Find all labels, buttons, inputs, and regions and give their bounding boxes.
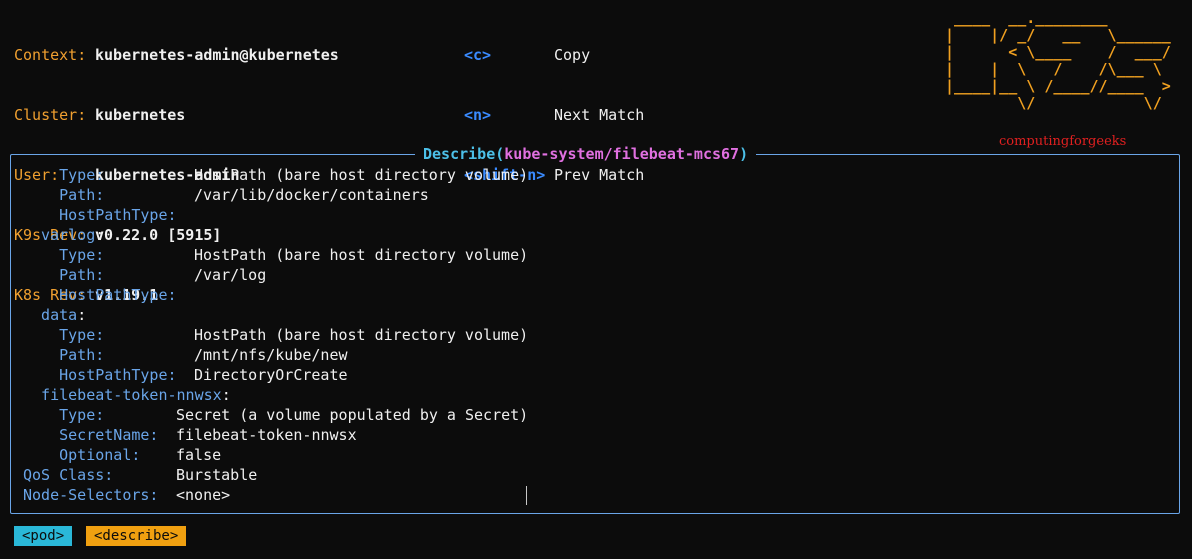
field-label: Optional: <box>23 446 141 464</box>
describe-line: QoS Class: <box>23 465 113 485</box>
hint-key: <c> <box>464 46 492 64</box>
crumb-pod[interactable]: <pod> <box>14 526 73 546</box>
section-colon: : <box>221 386 231 404</box>
describe-line: Node-Selectors: <box>23 485 158 505</box>
logo-line: | < \____ / ___/ <box>945 43 1180 61</box>
field-value: /mnt/nfs/kube/new <box>194 346 348 364</box>
field-value: /var/log <box>194 266 267 284</box>
field-label: Type: <box>23 166 105 184</box>
info-value: kubernetes-admin@kubernetes <box>95 46 339 64</box>
describe-line: data: <box>23 305 86 325</box>
describe-line: Type: <box>23 405 104 425</box>
hint-label: Copy <box>554 46 591 64</box>
field-label: Type: <box>23 246 105 264</box>
describe-line: Optional: <box>23 445 140 465</box>
field-label: Path: <box>23 186 105 204</box>
field-label: QoS Class: <box>23 466 114 484</box>
info-value: kubernetes <box>95 106 186 124</box>
describe-line: filebeat-token-nnwsx: <box>23 385 231 405</box>
text-cursor <box>526 486 527 505</box>
describe-line: HostPathType: <box>23 205 177 225</box>
field-label: HostPathType: <box>23 286 177 304</box>
info-key: Context: <box>14 46 87 64</box>
logo-line: \/ \/ <box>945 94 1180 112</box>
brand-watermark: computingforgeeks <box>999 134 1127 149</box>
field-value: DirectoryOrCreate <box>194 366 348 384</box>
describe-line: Type: <box>23 245 104 265</box>
field-label: Type: <box>23 406 105 424</box>
logo-line: |____|__ \ /____//____ > <box>945 77 1180 95</box>
section-label: filebeat-token-nnwsx <box>23 386 222 404</box>
field-label: Path: <box>23 346 105 364</box>
hint-next-match[interactable]: <n> Next Match <box>464 105 644 125</box>
describe-line: Path: <box>23 185 104 205</box>
field-value: false <box>176 446 222 464</box>
field-label: SecretName: <box>23 426 159 444</box>
title-paren: ( <box>495 145 505 163</box>
logo-line: | | \ / /\___ \ <box>945 60 1180 78</box>
field-value: HostPath (bare host directory volume) <box>194 166 529 184</box>
title-prefix: Describe <box>423 145 496 163</box>
title-paren: ) <box>739 145 749 163</box>
describe-line: HostPathType: <box>23 365 177 385</box>
field-label: Node-Selectors: <box>23 486 159 504</box>
section-label: varlog <box>23 226 96 244</box>
field-label: HostPathType: <box>23 366 177 384</box>
context-row: Context: kubernetes-admin@kubernetes <box>14 45 339 65</box>
field-value: HostPath (bare host directory volume) <box>194 246 529 264</box>
describe-line: varlog: <box>23 225 104 245</box>
info-key: Cluster: <box>14 106 87 124</box>
field-label: HostPathType: <box>23 206 177 224</box>
describe-line: HostPathType: <box>23 285 177 305</box>
hint-copy[interactable]: <c> Copy <box>464 45 644 65</box>
section-colon: : <box>77 306 87 324</box>
hint-label: Next Match <box>554 106 645 124</box>
describe-line: Type: <box>23 165 104 185</box>
section-label: data <box>23 306 78 324</box>
describe-line: Path: <box>23 265 104 285</box>
title-resource: kube-system/filebeat-mcs67 <box>504 145 740 163</box>
cluster-row: Cluster: kubernetes <box>14 105 339 125</box>
describe-line: Type: <box>23 325 104 345</box>
hint-key: <n> <box>464 106 492 124</box>
field-value: filebeat-token-nnwsx <box>176 426 357 444</box>
logo-line: | |/ _/ __ \______ <box>945 26 1180 44</box>
describe-title: Describe(kube-system/filebeat-mcs67) <box>415 144 757 164</box>
crumb-describe[interactable]: <describe> <box>86 526 187 546</box>
field-value: HostPath (bare host directory volume) <box>194 326 529 344</box>
describe-line: SecretName: <box>23 425 158 445</box>
k9s-logo: ____ __.________ | |/ _/ __ \______ | < … <box>945 10 1180 112</box>
describe-line: Path: <box>23 345 104 365</box>
field-label: Path: <box>23 266 105 284</box>
field-value: Secret (a volume populated by a Secret) <box>176 406 529 424</box>
section-colon: : <box>95 226 105 244</box>
logo-line: ____ __.________ <box>945 9 1180 27</box>
field-value: /var/lib/docker/containers <box>194 186 429 204</box>
field-value: <none> <box>176 486 231 504</box>
field-value: Burstable <box>176 466 258 484</box>
field-label: Type: <box>23 326 105 344</box>
